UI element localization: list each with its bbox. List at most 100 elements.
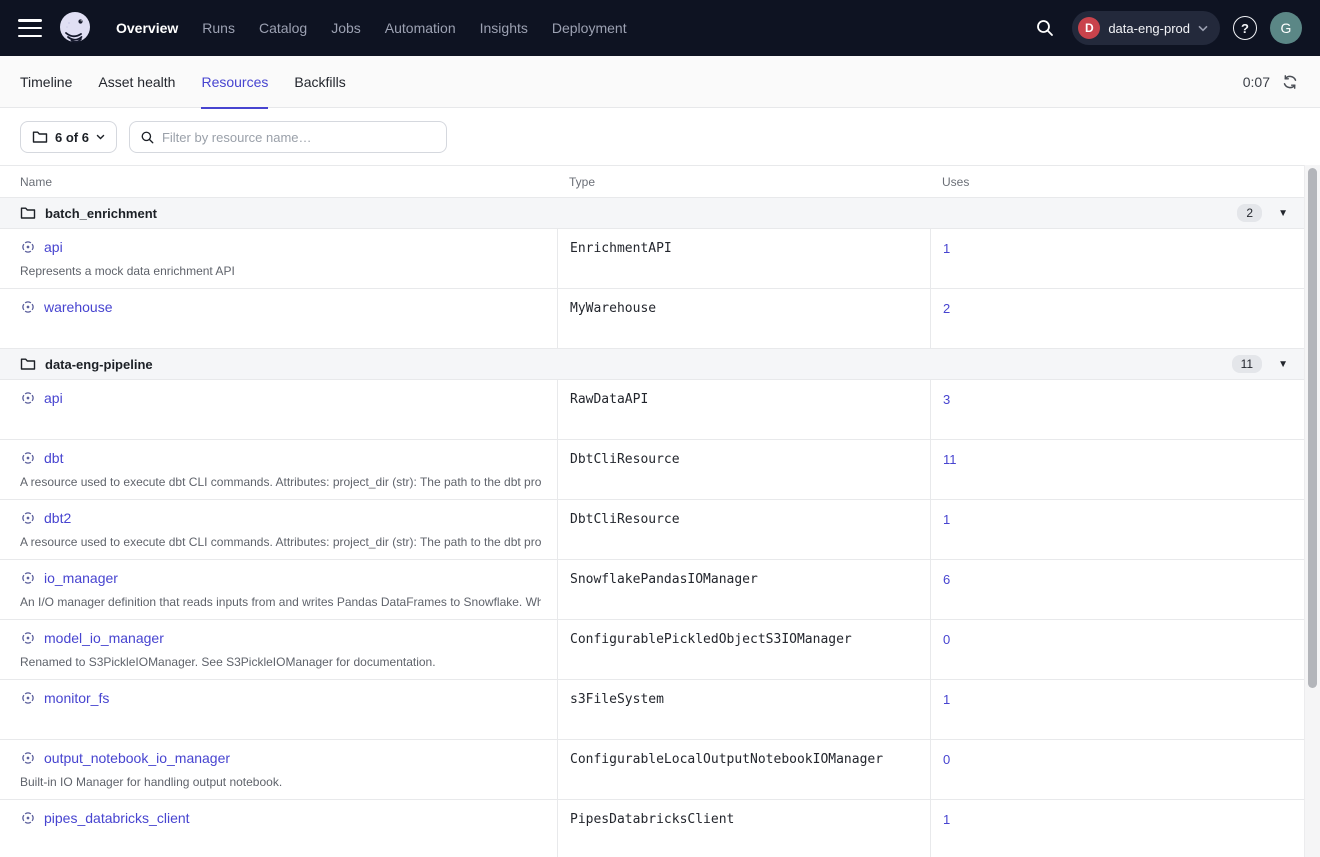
uses-count-link[interactable]: 3 [943, 392, 950, 407]
resource-name-link[interactable]: pipes_databricks_client [44, 810, 190, 826]
help-icon[interactable]: ? [1233, 16, 1257, 40]
scrollbar-thumb[interactable] [1308, 168, 1317, 688]
nav-item-overview[interactable]: Overview [116, 20, 178, 36]
resource-row-monitor_fs: monitor_fs s3FileSystem 1 [0, 680, 1304, 740]
resource-name-link[interactable]: monitor_fs [44, 690, 109, 706]
hamburger-menu-icon[interactable] [18, 19, 42, 37]
chevron-down-icon [96, 134, 105, 140]
tab-resources[interactable]: Resources [201, 56, 268, 108]
resource-description: Renamed to S3PickleIOManager. See S3Pick… [20, 655, 541, 669]
uses-count-link[interactable]: 2 [943, 301, 950, 316]
uses-count-link[interactable]: 1 [943, 241, 950, 256]
top-navigation-bar: Overview Runs Catalog Jobs Automation In… [0, 0, 1320, 56]
group-name: data-eng-pipeline [45, 357, 153, 372]
nav-item-catalog[interactable]: Catalog [259, 20, 307, 36]
resource-name-link[interactable]: io_manager [44, 570, 118, 586]
uses-count-link[interactable]: 1 [943, 812, 950, 827]
table-body: batch_enrichment 2 ▼ api Represen [0, 198, 1304, 857]
resource-name-cell: io_manager An I/O manager definition tha… [0, 560, 557, 619]
deployment-name: data-eng-prod [1108, 21, 1190, 36]
resource-name-cell: warehouse [0, 289, 557, 348]
refresh-icon[interactable] [1280, 72, 1300, 92]
uses-count-link[interactable]: 11 [943, 452, 957, 467]
group-filter-button[interactable]: 6 of 6 [20, 121, 117, 153]
dagster-logo-icon[interactable] [56, 9, 94, 47]
resource-type-cell: ConfigurablePickledObjectS3IOManager [557, 620, 930, 679]
resource-type-cell: EnrichmentAPI [557, 229, 930, 288]
collapse-caret-icon[interactable]: ▼ [1278, 359, 1288, 370]
collapse-caret-icon[interactable]: ▼ [1278, 208, 1288, 219]
tab-asset-health[interactable]: Asset health [98, 56, 175, 108]
resource-name-cell: api Represents a mock data enrichment AP… [0, 229, 557, 288]
resource-uses-cell: 0 [930, 740, 1304, 799]
vertical-scrollbar[interactable] [1304, 165, 1320, 857]
resource-name-cell: pipes_databricks_client [0, 800, 557, 857]
resource-description: Represents a mock data enrichment API [20, 264, 541, 278]
resource-row-api: api RawDataAPI 3 [0, 380, 1304, 440]
nav-item-jobs[interactable]: Jobs [331, 20, 361, 36]
deployment-switcher[interactable]: D data-eng-prod [1072, 11, 1220, 45]
resource-icon [20, 630, 36, 646]
resource-group-row-data-eng-pipeline[interactable]: data-eng-pipeline 11 ▼ [0, 349, 1304, 380]
resource-type-cell: s3FileSystem [557, 680, 930, 739]
resource-filter-field [129, 121, 447, 153]
resource-uses-cell: 1 [930, 229, 1304, 288]
resource-row-model_io_manager: model_io_manager Renamed to S3PickleIOMa… [0, 620, 1304, 680]
resource-name-cell: monitor_fs [0, 680, 557, 739]
resource-type-cell: DbtCliResource [557, 440, 930, 499]
group-name: batch_enrichment [45, 206, 157, 221]
tab-timeline[interactable]: Timeline [20, 56, 72, 108]
resource-row-warehouse: warehouse MyWarehouse 2 [0, 289, 1304, 349]
resource-description: A resource used to execute dbt CLI comma… [20, 475, 541, 489]
resource-name-link[interactable]: api [44, 239, 63, 255]
folder-icon [32, 130, 48, 144]
resource-name-cell: api [0, 380, 557, 439]
uses-count-link[interactable]: 1 [943, 512, 950, 527]
resource-name-cell: dbt A resource used to execute dbt CLI c… [0, 440, 557, 499]
search-icon[interactable] [1031, 14, 1059, 42]
resource-description: A resource used to execute dbt CLI comma… [20, 535, 541, 549]
nav-item-deployment[interactable]: Deployment [552, 20, 627, 36]
nav-item-automation[interactable]: Automation [385, 20, 456, 36]
nav-item-insights[interactable]: Insights [480, 20, 528, 36]
resource-uses-cell: 11 [930, 440, 1304, 499]
resource-icon [20, 390, 36, 406]
resource-type-cell: PipesDatabricksClient [557, 800, 930, 857]
resource-uses-cell: 6 [930, 560, 1304, 619]
resource-uses-cell: 0 [930, 620, 1304, 679]
column-header-name: Name [0, 175, 557, 189]
uses-count-link[interactable]: 1 [943, 692, 950, 707]
user-avatar[interactable]: G [1270, 12, 1302, 44]
resource-row-dbt: dbt A resource used to execute dbt CLI c… [0, 440, 1304, 500]
resource-row-api: api Represents a mock data enrichment AP… [0, 229, 1304, 289]
folder-icon [20, 206, 36, 220]
resource-row-output_notebook_io_manager: output_notebook_io_manager Built-in IO M… [0, 740, 1304, 800]
chevron-down-icon [1198, 25, 1208, 32]
uses-count-link[interactable]: 0 [943, 632, 950, 647]
uses-count-link[interactable]: 0 [943, 752, 950, 767]
resource-uses-cell: 1 [930, 680, 1304, 739]
resource-name-cell: model_io_manager Renamed to S3PickleIOMa… [0, 620, 557, 679]
resource-name-link[interactable]: model_io_manager [44, 630, 164, 646]
resource-name-link[interactable]: warehouse [44, 299, 113, 315]
resource-filter-input[interactable] [162, 130, 436, 145]
uses-count-link[interactable]: 6 [943, 572, 950, 587]
resource-icon [20, 690, 36, 706]
resource-group-row-batch_enrichment[interactable]: batch_enrichment 2 ▼ [0, 198, 1304, 229]
primary-nav-links: Overview Runs Catalog Jobs Automation In… [116, 20, 651, 36]
resource-type-cell: SnowflakePandasIOManager [557, 560, 930, 619]
tab-list: Timeline Asset health Resources Backfill… [20, 56, 372, 108]
resource-name-link[interactable]: api [44, 390, 63, 406]
resource-name-link[interactable]: output_notebook_io_manager [44, 750, 230, 766]
group-count-badge: 11 [1232, 355, 1262, 373]
resource-description: Built-in IO Manager for handling output … [20, 775, 541, 789]
resource-row-io_manager: io_manager An I/O manager definition tha… [0, 560, 1304, 620]
nav-item-runs[interactable]: Runs [202, 20, 235, 36]
resource-name-link[interactable]: dbt2 [44, 510, 71, 526]
resource-row-pipes_databricks_client: pipes_databricks_client PipesDatabricksC… [0, 800, 1304, 857]
resources-table: Name Type Uses batch_enrichment 2 ▼ [0, 165, 1304, 857]
column-header-type: Type [557, 175, 930, 189]
resource-name-link[interactable]: dbt [44, 450, 63, 466]
tab-backfills[interactable]: Backfills [294, 56, 345, 108]
resource-icon [20, 810, 36, 826]
